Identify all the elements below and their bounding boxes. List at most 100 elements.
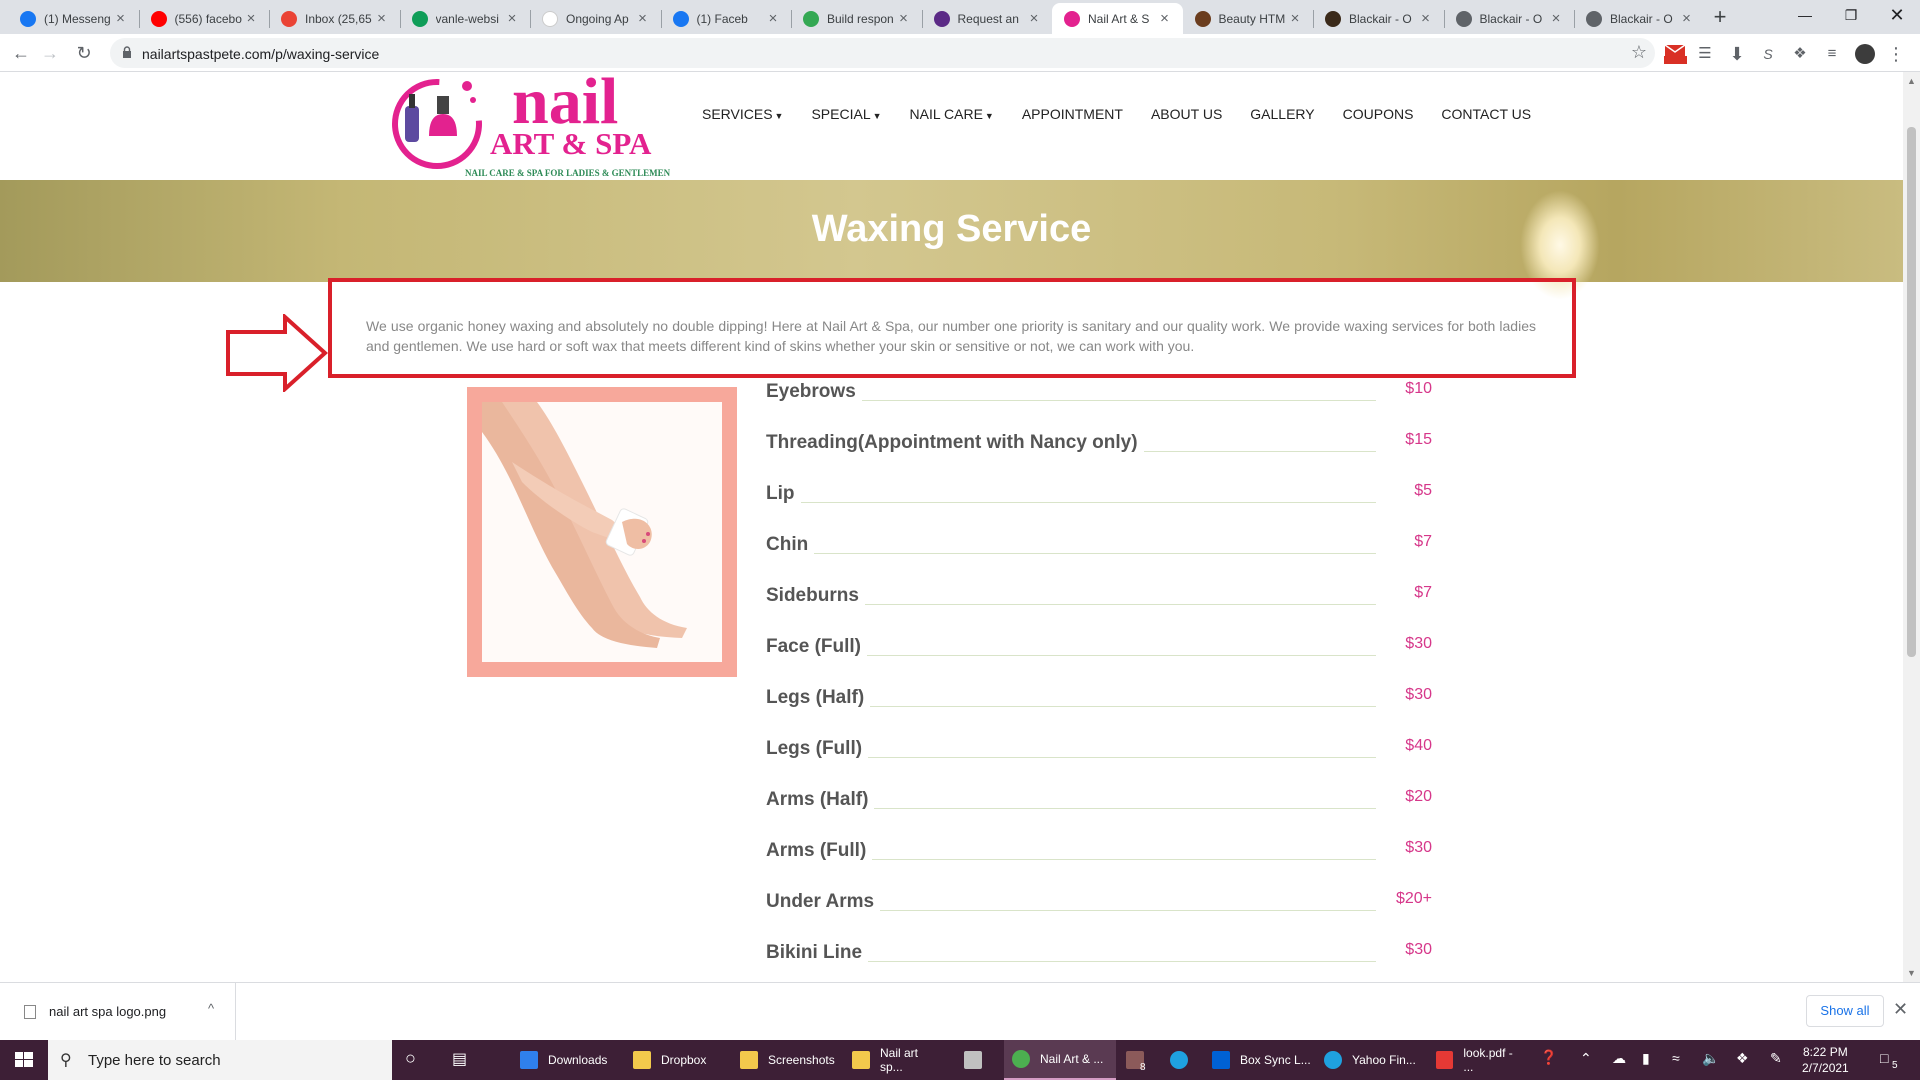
service-price: $20 xyxy=(1405,788,1432,805)
taskbar-search[interactable]: ⚲ Type here to search xyxy=(48,1040,392,1080)
tab-close-icon[interactable]: × xyxy=(1287,10,1303,27)
network-icon[interactable]: ☁ xyxy=(1612,1050,1626,1067)
service-price: $30 xyxy=(1405,686,1432,703)
restore-button[interactable]: ❐ xyxy=(1828,0,1874,30)
show-all-button[interactable]: Show all xyxy=(1806,995,1884,1027)
tab-close-icon[interactable]: × xyxy=(1679,10,1695,27)
browser-tab[interactable]: Request an × xyxy=(922,3,1053,34)
bookmark-star-icon[interactable]: ☆ xyxy=(1631,42,1647,63)
taskbar-app[interactable]: 8 xyxy=(1118,1040,1154,1080)
logo-tagline: NAIL CARE & SPA FOR LADIES & GENTLEMEN xyxy=(465,168,671,178)
facebook-icon xyxy=(20,10,36,27)
browser-tab[interactable]: (1) Faceb × xyxy=(661,3,792,34)
browser-tab[interactable]: Blackair - O × xyxy=(1574,3,1705,34)
close-icon[interactable]: ✕ xyxy=(1893,999,1908,1020)
nav-item-special[interactable]: SPECIAL ▼ xyxy=(811,106,881,122)
tab-close-icon[interactable]: × xyxy=(243,10,259,27)
tab-close-icon[interactable]: × xyxy=(1548,10,1564,27)
pdf-icon xyxy=(1436,1051,1454,1069)
taskbar-app[interactable]: Nail Art & ... xyxy=(1004,1040,1116,1080)
tab-close-icon[interactable]: × xyxy=(765,10,781,27)
nav-item-nail-care[interactable]: NAIL CARE ▼ xyxy=(910,106,994,122)
tab-close-icon[interactable]: × xyxy=(374,10,390,27)
close-window-button[interactable]: ✕ xyxy=(1874,0,1920,30)
nav-item-appointment[interactable]: APPOINTMENT xyxy=(1022,106,1123,122)
start-button[interactable] xyxy=(0,1040,48,1080)
tab-close-icon[interactable]: × xyxy=(635,10,651,27)
browser-tab[interactable]: vanle-websi × xyxy=(400,3,531,34)
browser-tab[interactable]: Ongoing Ap × xyxy=(530,3,661,34)
box-icon xyxy=(1212,1051,1230,1069)
wifi-icon[interactable]: ≈ xyxy=(1672,1050,1680,1066)
browser-tab[interactable]: Inbox (25,65 × xyxy=(269,3,400,34)
notifications-icon[interactable]: □ xyxy=(1880,1050,1888,1066)
lock-icon[interactable] xyxy=(122,46,132,58)
tab-separator xyxy=(1574,10,1575,28)
tab-close-icon[interactable]: × xyxy=(1026,10,1042,27)
browser-tab[interactable]: Beauty HTM × xyxy=(1183,3,1314,34)
tab-close-icon[interactable]: × xyxy=(896,10,912,27)
reload-button[interactable]: ↻ xyxy=(70,40,98,68)
taskbar-app[interactable]: Downloads xyxy=(512,1040,624,1080)
back-button[interactable]: ← xyxy=(7,40,35,68)
taskbar-app-label: Downloads xyxy=(548,1053,608,1067)
s-extension-icon[interactable]: S xyxy=(1756,42,1780,66)
reading-list-icon[interactable]: ≡ xyxy=(1820,42,1844,66)
cortana-icon[interactable]: ○ xyxy=(405,1048,416,1069)
scrollbar-thumb[interactable] xyxy=(1907,127,1916,657)
scroll-down-icon[interactable]: ▼ xyxy=(1907,968,1916,978)
taskbar-app[interactable]: Screenshots xyxy=(732,1040,844,1080)
pen-icon[interactable]: ✎ xyxy=(1770,1050,1782,1067)
taskbar-app[interactable]: Dropbox xyxy=(625,1040,725,1080)
kebab-menu-icon[interactable]: ⋮ xyxy=(1884,42,1908,66)
taskbar-clock[interactable]: 8:22 PM 2/7/2021 xyxy=(1802,1044,1849,1076)
browser-tab[interactable]: (556) facebo × xyxy=(139,3,270,34)
scroll-up-icon[interactable]: ▲ xyxy=(1907,76,1916,86)
nav-item-contact-us[interactable]: CONTACT US xyxy=(1441,106,1531,122)
dropbox-tray-icon[interactable]: ❖ xyxy=(1736,1050,1749,1067)
new-tab-button[interactable]: + xyxy=(1707,5,1733,31)
taskbar-app[interactable] xyxy=(1162,1040,1198,1080)
extension-icon[interactable]: ☰ xyxy=(1693,42,1717,66)
volume-icon[interactable]: 🔈 xyxy=(1702,1050,1719,1067)
tab-close-icon[interactable]: × xyxy=(1418,10,1434,27)
nail-polish-icon xyxy=(392,79,482,169)
chevron-up-icon[interactable]: ⌃ xyxy=(1580,1050,1592,1067)
windows-taskbar: ⚲ Type here to search ○ ▤ ❓ ⌃ ☁ ▮ ≈ 🔈 ❖ … xyxy=(0,1040,1920,1080)
download-item[interactable]: nail art spa logo.png ^ xyxy=(14,983,236,1041)
tab-close-icon[interactable]: × xyxy=(1157,10,1173,27)
tab-close-icon[interactable]: × xyxy=(504,10,520,27)
help-icon[interactable]: ❓ xyxy=(1540,1049,1557,1066)
search-placeholder[interactable]: Type here to search xyxy=(88,1052,221,1069)
nav-item-services[interactable]: SERVICES ▼ xyxy=(702,106,783,122)
chevron-up-icon[interactable]: ^ xyxy=(208,1001,214,1016)
nav-item-gallery[interactable]: GALLERY xyxy=(1250,106,1314,122)
gmail-extension-icon[interactable]: 12222 xyxy=(1660,42,1690,72)
browser-tab[interactable]: Blackair - O × xyxy=(1313,3,1444,34)
taskbar-app[interactable]: Yahoo Fin... xyxy=(1316,1040,1428,1080)
nav-item-coupons[interactable]: COUPONS xyxy=(1343,106,1414,122)
site-logo[interactable]: nail ART & SPA NAIL CARE & SPA FOR LADIE… xyxy=(385,72,685,180)
download-filename[interactable]: nail art spa logo.png xyxy=(49,1004,166,1019)
minimize-button[interactable]: — xyxy=(1782,0,1828,30)
taskbar-app[interactable]: Nail art sp... xyxy=(844,1040,944,1080)
browser-tab[interactable]: Blackair - O × xyxy=(1444,3,1575,34)
address-bar[interactable]: nailartspastpete.com/p/waxing-service ☆ xyxy=(110,38,1655,68)
task-view-icon[interactable]: ▤ xyxy=(452,1049,467,1069)
nav-item-about-us[interactable]: ABOUT US xyxy=(1151,106,1222,122)
tab-close-icon[interactable]: × xyxy=(113,10,129,27)
battery-icon[interactable]: ▮ xyxy=(1642,1050,1650,1067)
puzzle-icon[interactable]: ❖ xyxy=(1788,42,1812,66)
taskbar-app[interactable]: Box Sync L... xyxy=(1204,1040,1316,1080)
browser-tab[interactable]: Build respon × xyxy=(791,3,922,34)
browser-tab[interactable]: (1) Messeng × xyxy=(8,3,139,34)
browser-tab[interactable]: Nail Art & S × xyxy=(1052,3,1183,34)
page-scrollbar[interactable]: ▲ ▼ xyxy=(1903,72,1920,982)
forward-button[interactable]: → xyxy=(36,40,64,68)
avatar[interactable] xyxy=(1853,42,1877,66)
taskbar-app[interactable] xyxy=(956,1040,992,1080)
taskbar-app[interactable]: look.pdf - ... xyxy=(1428,1040,1524,1080)
download-extension-icon[interactable]: ⬇ xyxy=(1725,42,1749,66)
tab-title: Ongoing Ap xyxy=(566,11,629,26)
url-text[interactable]: nailartspastpete.com/p/waxing-service xyxy=(142,46,379,62)
